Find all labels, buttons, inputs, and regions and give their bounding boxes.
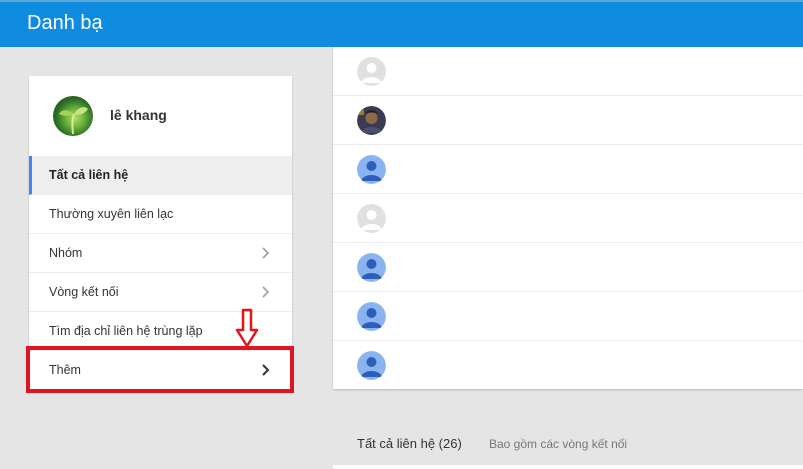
blue-person-icon — [357, 155, 386, 184]
next-list-edge — [333, 465, 803, 469]
contact-row[interactable] — [333, 341, 803, 390]
blue-person-icon — [357, 351, 386, 380]
app-title[interactable]: Danh bạ — [27, 12, 103, 35]
gray-person-icon — [357, 204, 386, 233]
all-contacts-count: Tất cả liên hệ (26) — [357, 436, 462, 451]
nav-circles[interactable]: Vòng kết nối — [29, 273, 292, 312]
chevron-right-icon — [262, 286, 270, 298]
chevron-right-icon — [262, 247, 270, 259]
nav-label: Thường xuyên liên lạc — [49, 207, 174, 221]
contact-row[interactable] — [333, 47, 803, 96]
nav-label: Vòng kết nối — [49, 285, 119, 299]
profile-name: lê khang — [110, 107, 167, 123]
nav-frequent-contacts[interactable]: Thường xuyên liên lạc — [29, 195, 292, 234]
photo-avatar — [357, 106, 386, 135]
blue-person-icon — [357, 253, 386, 282]
nav-label: Nhóm — [49, 246, 83, 260]
app-header: Danh bạ — [0, 0, 803, 47]
plant-sprout-icon — [59, 107, 88, 135]
contact-row[interactable] — [333, 194, 803, 243]
contact-list — [333, 47, 803, 389]
nav-label: Tất cả liên hệ — [49, 168, 129, 182]
gray-person-icon — [357, 57, 386, 86]
profile-avatar[interactable] — [53, 96, 93, 136]
down-arrow-icon — [235, 308, 259, 348]
nav-groups[interactable]: Nhóm — [29, 234, 292, 273]
nav-all-contacts[interactable]: Tất cả liên hệ — [29, 156, 292, 195]
contact-row[interactable] — [333, 145, 803, 194]
contact-row[interactable] — [333, 96, 803, 145]
contact-row[interactable] — [333, 243, 803, 292]
profile-section: lê khang — [29, 76, 292, 156]
contact-row[interactable] — [333, 292, 803, 341]
nav-label: Tìm địa chỉ liên hệ trùng lặp — [49, 324, 203, 338]
includes-circles-link[interactable]: Bao gồm các vòng kết nối — [489, 437, 627, 451]
blue-person-icon — [357, 302, 386, 331]
highlight-box — [26, 346, 294, 393]
